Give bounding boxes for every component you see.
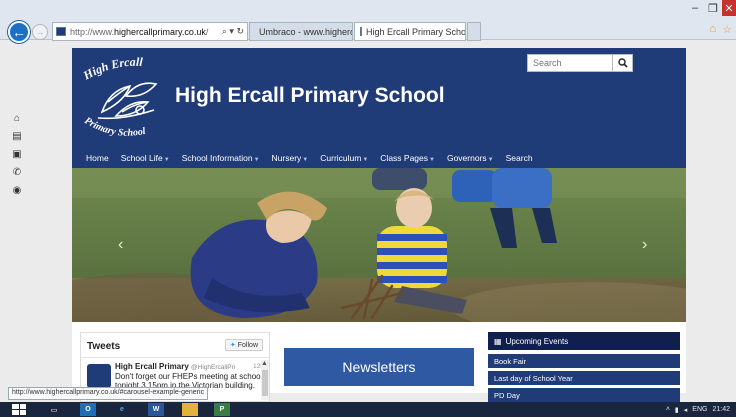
favorites-star-icon[interactable]: ☆ <box>722 23 732 36</box>
taskbar: ▭ O e W P ˄ ▮ ◂ ENG 21:42 <box>0 402 736 417</box>
address-tools[interactable]: ⌕ ▾ ↻ <box>222 26 244 37</box>
calendar-icon: ▦ <box>494 336 502 346</box>
nav-nursery[interactable]: Nursery▼ <box>272 153 309 163</box>
file-explorer-icon[interactable]: ▭ <box>46 403 62 416</box>
chevron-down-icon: ▼ <box>487 156 494 163</box>
window-controls: – ❐ ✕ <box>686 0 736 16</box>
site-favicon-icon <box>360 27 362 36</box>
nav-home[interactable]: Home <box>86 153 109 163</box>
arrow-right-icon: → <box>35 27 45 37</box>
chevron-down-icon[interactable]: ▾ <box>229 26 234 36</box>
clock-time[interactable]: 21:42 <box>712 406 730 413</box>
website: High Ercall Primary School High Ercall P… <box>72 48 686 402</box>
windows-start-icon[interactable] <box>12 404 26 415</box>
language-indicator[interactable]: ENG <box>692 406 707 413</box>
svg-text:High Ercall: High Ercall <box>80 56 144 83</box>
chevron-up-icon[interactable]: ▲ <box>261 360 268 367</box>
school-logo[interactable]: High Ercall Primary School <box>80 55 180 141</box>
site-search <box>527 54 633 72</box>
forward-button[interactable]: → <box>32 24 48 40</box>
project-icon[interactable]: P <box>214 403 230 416</box>
nav-search[interactable]: Search <box>506 153 533 163</box>
status-bar-url: http://www.highercallprimary.co.uk/#caro… <box>8 387 209 400</box>
scroll-thumb[interactable] <box>262 370 268 396</box>
hero-carousel[interactable]: ‹ › <box>72 168 686 322</box>
location-pin-icon[interactable]: ◉ <box>13 185 22 196</box>
follow-button[interactable]: ✦ Follow <box>224 339 263 351</box>
browser-chrome: – ❐ ✕ ← → http://www.highercallprimary.c… <box>0 0 736 43</box>
site-title: High Ercall Primary School <box>175 84 445 107</box>
search-input[interactable] <box>527 54 613 72</box>
chevron-down-icon: ▼ <box>302 156 309 163</box>
search-button[interactable] <box>613 54 633 72</box>
chevron-down-icon: ▼ <box>163 156 170 163</box>
event-item[interactable]: Book Fair <box>488 354 680 368</box>
new-tab-button[interactable] <box>467 22 481 41</box>
twitter-bird-icon: ✦ <box>229 342 236 349</box>
system-tray: ˄ ▮ ◂ ENG 21:42 <box>666 402 730 417</box>
browser-tools: ⌂ ☆ <box>709 23 732 36</box>
upcoming-events-heading: ▦ Upcoming Events <box>488 332 680 350</box>
tweets-scrollbar[interactable]: ▲ <box>261 360 269 400</box>
contact-card-icon[interactable]: ▤ <box>12 131 21 142</box>
restore-icon[interactable]: ❐ <box>704 0 722 16</box>
back-button[interactable]: ← <box>8 21 30 43</box>
nav-school-information[interactable]: School Information▼ <box>182 153 260 163</box>
tab-label: High Ercall Primary School <box>366 26 466 37</box>
event-item[interactable]: Last day of School Year <box>488 371 680 385</box>
word-icon[interactable]: W <box>148 403 164 416</box>
chevron-up-icon[interactable]: ˄ <box>666 406 670 413</box>
network-icon[interactable]: ▮ <box>675 406 679 414</box>
site-header: High Ercall Primary School High Ercall P… <box>72 48 686 168</box>
nav-class-pages[interactable]: Class Pages▼ <box>380 153 435 163</box>
search-icon[interactable]: ⌕ <box>222 26 227 36</box>
main-nav: Home School Life▼ School Information▼ Nu… <box>72 147 686 168</box>
tab-high-ercall[interactable]: High Ercall Primary School × <box>354 22 466 41</box>
home-icon[interactable]: ⌂ <box>14 113 20 124</box>
folder-icon[interactable] <box>182 403 198 416</box>
newsletters-button[interactable]: Newsletters <box>284 348 474 386</box>
tweet-author[interactable]: High Ercall Primary @HighErcallPri <box>115 362 235 371</box>
avatar[interactable] <box>87 364 111 388</box>
nav-curriculum[interactable]: Curriculum▼ <box>320 153 368 163</box>
refresh-icon[interactable]: ↻ <box>236 26 244 36</box>
site-favicon-icon <box>56 27 66 36</box>
tweets-title: Tweets <box>87 341 121 352</box>
internet-explorer-icon[interactable]: e <box>114 403 130 416</box>
home-icon[interactable]: ⌂ <box>709 23 716 36</box>
chevron-down-icon: ▼ <box>253 156 260 163</box>
nav-governors[interactable]: Governors▼ <box>447 153 494 163</box>
chevron-down-icon: ▼ <box>429 156 435 163</box>
carousel-next-arrow[interactable]: › <box>642 236 647 254</box>
volume-icon[interactable]: ◂ <box>684 406 688 414</box>
left-icon-bar: ⌂ ▤ ▣ ✆ ◉ <box>10 113 24 196</box>
arrow-left-icon: ← <box>12 24 26 40</box>
magnifier-icon <box>617 58 628 68</box>
event-item[interactable]: PD Day <box>488 388 680 402</box>
school-logo-icon: High Ercall Primary School <box>80 55 158 139</box>
address-bar[interactable]: http://www.highercallprimary.co.uk/ ⌕ ▾ … <box>52 22 248 41</box>
phone-icon[interactable]: ✆ <box>13 167 21 178</box>
divider <box>81 357 269 358</box>
tab-umbraco[interactable]: Umbraco - www.highercallpri... <box>249 22 353 41</box>
calendar-icon[interactable]: ▣ <box>12 149 21 160</box>
outlook-icon[interactable]: O <box>80 403 96 416</box>
logo-top-text: High Ercall <box>80 55 144 83</box>
minimize-icon[interactable]: – <box>686 0 704 16</box>
tab-label: Umbraco - www.highercallpri... <box>259 26 352 37</box>
chevron-down-icon: ▼ <box>362 156 369 163</box>
close-window-icon[interactable]: ✕ <box>722 0 736 16</box>
address-text: http://www.highercallprimary.co.uk/ <box>70 26 209 37</box>
carousel-photo <box>72 168 686 322</box>
carousel-prev-arrow[interactable]: ‹ <box>118 236 123 254</box>
nav-school-life[interactable]: School Life▼ <box>121 153 170 163</box>
